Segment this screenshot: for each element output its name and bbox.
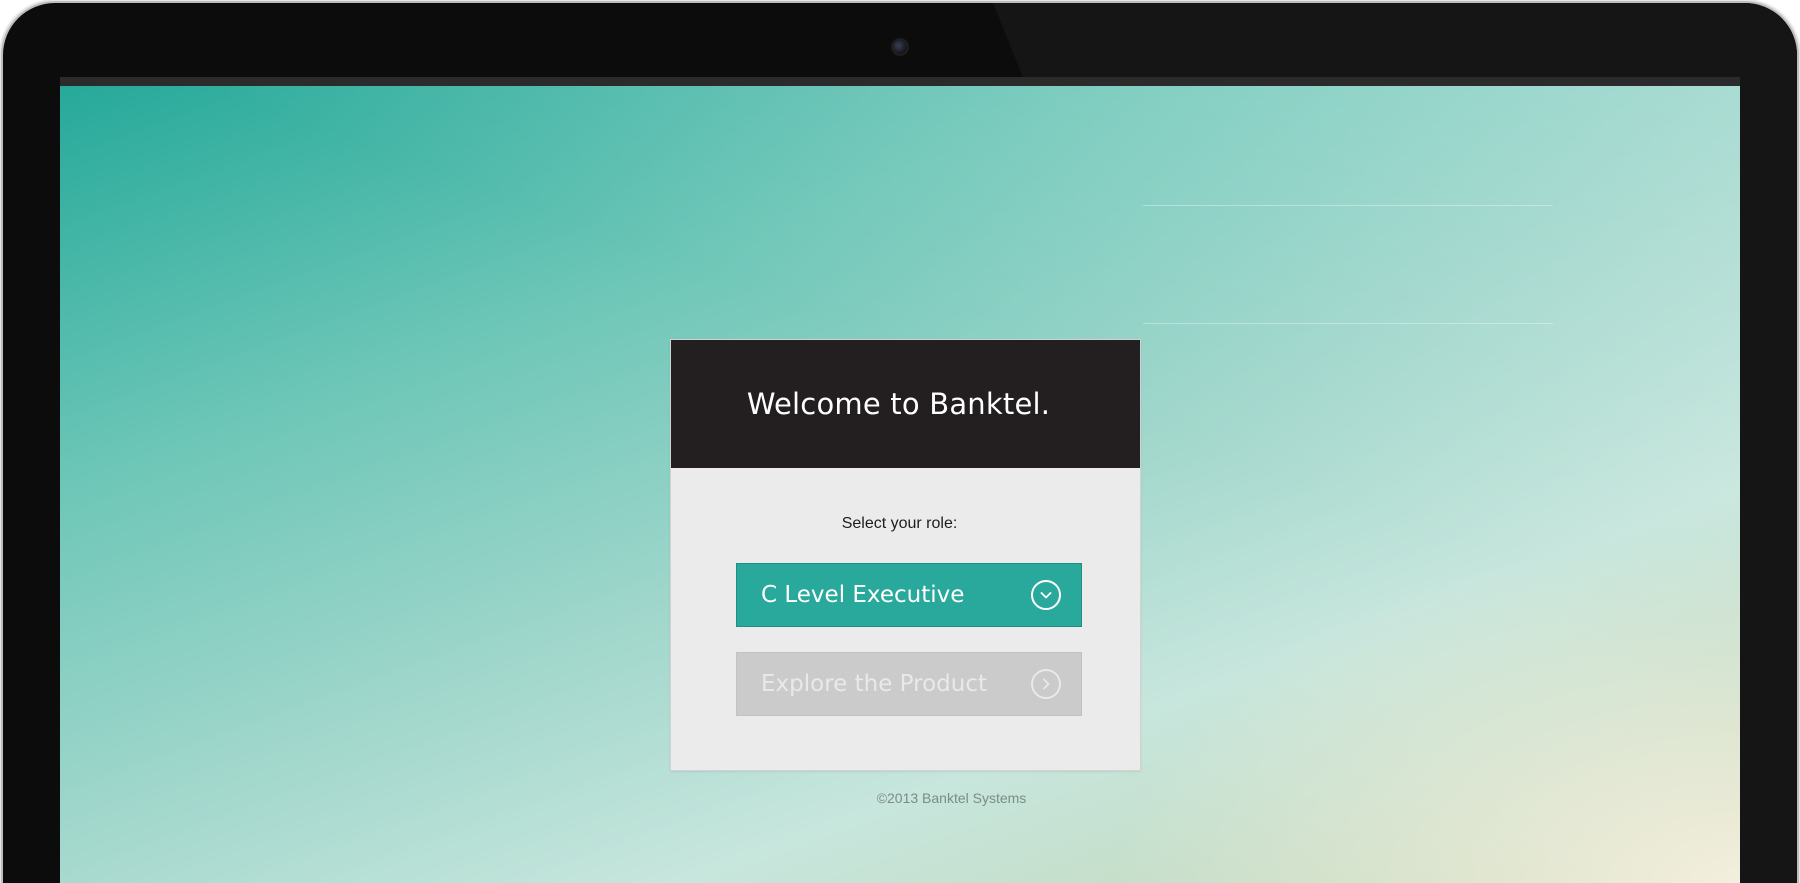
screen: Welcome to Banktel. Select your role: C … <box>60 86 1740 883</box>
screen-top-bar <box>60 77 1740 86</box>
laptop-frame: Welcome to Banktel. Select your role: C … <box>3 3 1797 883</box>
webcam-icon <box>891 38 909 56</box>
card-header: Welcome to Banktel. <box>671 340 1140 468</box>
chevron-right-circle-icon <box>1031 669 1061 699</box>
copyright-text: ©2013 Banktel Systems <box>876 790 1027 806</box>
role-select-label: Select your role: <box>841 515 958 532</box>
role-select-dropdown[interactable]: C Level Executive <box>736 563 1082 627</box>
decorative-line <box>1143 205 1553 206</box>
decorative-line <box>1143 323 1553 324</box>
explore-product-label: Explore the Product <box>761 671 988 697</box>
welcome-card: Welcome to Banktel. Select your role: C … <box>670 339 1141 771</box>
page-title: Welcome to Banktel. <box>746 387 1051 421</box>
chevron-down-circle-icon <box>1031 580 1061 610</box>
explore-product-button[interactable]: Explore the Product <box>736 652 1082 716</box>
role-select-value: C Level Executive <box>761 582 965 608</box>
footer: ©2013 Banktel Systems <box>60 790 1740 806</box>
